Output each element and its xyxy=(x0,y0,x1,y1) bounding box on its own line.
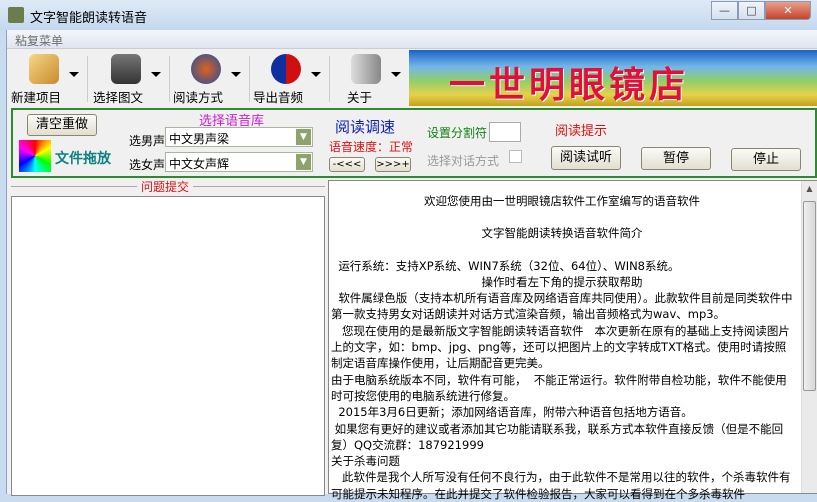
globe-surfer-icon xyxy=(191,54,221,84)
toolbar: 新建项目 选择图文 阅读方式 导出音频 关于 xyxy=(7,50,407,106)
dialog-mode-label: 选择对话方式 xyxy=(427,154,500,168)
scrollbar-thumb[interactable] xyxy=(803,201,816,391)
clear-reset-button[interactable]: 清空重做 xyxy=(27,114,97,136)
refresh-arrows-icon xyxy=(271,54,301,84)
separator-label: 设置分割符 xyxy=(427,126,488,140)
close-button[interactable]: ✕ xyxy=(765,1,811,20)
app-icon xyxy=(8,7,24,23)
hint-title: 阅读提示 xyxy=(555,124,608,139)
menu-item-paste[interactable]: 粘复菜单 xyxy=(15,32,63,49)
chevron-down-icon[interactable] xyxy=(391,72,401,77)
chevron-down-icon[interactable] xyxy=(151,72,161,77)
minimize-button[interactable]: — xyxy=(711,1,738,20)
content-textarea[interactable]: 欢迎您使用由一世明眼镜店软件工作室编写的语音软件 文字智能朗读转换语音软件简介 … xyxy=(328,180,817,501)
file-drop-label[interactable]: 文件拖放 xyxy=(55,148,111,168)
feedback-textarea[interactable] xyxy=(11,196,325,496)
chevron-down-icon[interactable] xyxy=(311,72,321,77)
slower-button[interactable]: -<<< xyxy=(329,157,365,172)
select-image-text-button[interactable]: 选择图文 xyxy=(89,50,169,106)
feedback-panel: 问题提交 xyxy=(7,178,327,496)
book-cd-icon xyxy=(351,54,381,84)
projector-icon xyxy=(111,54,141,84)
menu-bar: 粘复菜单 xyxy=(7,30,817,49)
feedback-title: 问题提交 xyxy=(137,178,194,195)
pause-button[interactable]: 暂停 xyxy=(641,147,711,170)
stop-button[interactable]: 停止 xyxy=(731,148,801,171)
male-voice-label: 选男声 xyxy=(129,134,166,148)
folder-icon xyxy=(29,54,59,84)
male-voice-select[interactable]: 中文男声梁 ▼ xyxy=(165,127,313,147)
content-text: 欢迎您使用由一世明眼镜店软件工作室编写的语音软件 文字智能朗读转换语音软件简介 … xyxy=(331,194,793,501)
vertical-scrollbar[interactable]: ▲ xyxy=(801,181,817,493)
female-voice-label: 选女声 xyxy=(129,158,166,172)
chevron-down-icon: ▼ xyxy=(296,154,311,170)
speed-status: 语音速度：正常 xyxy=(329,140,414,154)
banner-image: 一世明眼镜店 xyxy=(409,50,817,106)
faster-button[interactable]: >>>+ xyxy=(375,157,411,172)
about-button[interactable]: 关于 xyxy=(329,50,409,106)
new-project-button[interactable]: 新建项目 xyxy=(7,50,87,106)
dialog-mode-checkbox[interactable] xyxy=(509,150,522,163)
window-title: 文字智能朗读转语音 xyxy=(30,11,148,26)
control-panel: 清空重做 文件拖放 选择语音库 选男声 中文男声梁 ▼ 选女声 中文女声辉 ▼ 阅读… xyxy=(11,108,817,178)
main-window: 粘复菜单 新建项目 选择图文 阅读方式 导出音频 关于 一世明眼镜店 清空重做 … xyxy=(6,30,817,501)
speed-title: 阅读调速 xyxy=(335,118,396,136)
preview-button[interactable]: 阅读试听 xyxy=(551,146,621,170)
maximize-button[interactable]: □ xyxy=(738,1,765,20)
separator-input[interactable] xyxy=(489,122,521,142)
read-mode-button[interactable]: 阅读方式 xyxy=(169,50,249,106)
female-voice-select[interactable]: 中文女声辉 ▼ xyxy=(165,152,313,172)
chevron-down-icon[interactable] xyxy=(231,72,241,77)
chevron-down-icon: ▼ xyxy=(296,129,311,145)
chevron-down-icon[interactable] xyxy=(69,72,79,77)
export-audio-button[interactable]: 导出音频 xyxy=(249,50,329,106)
color-palette-icon xyxy=(19,140,51,172)
scroll-up-icon[interactable]: ▲ xyxy=(802,181,817,197)
title-bar: 文字智能朗读转语音 — □ ✕ xyxy=(0,0,817,30)
